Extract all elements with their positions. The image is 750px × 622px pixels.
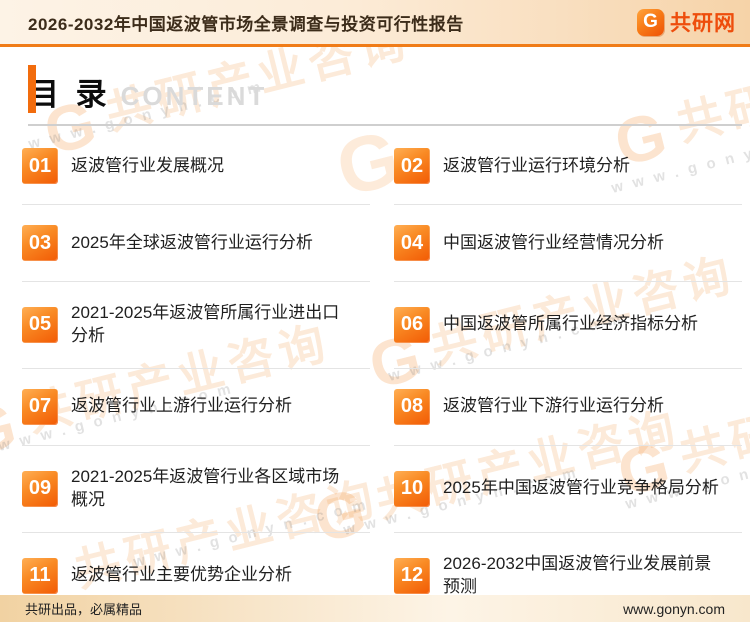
toc-item-number: 02 <box>394 148 430 184</box>
toc-item-01[interactable]: 01 返波管行业发展概况 <box>22 128 370 205</box>
toc-item-label: 2025年中国返波管行业竞争格局分析 <box>443 477 719 500</box>
toc-item-number: 12 <box>394 558 430 594</box>
toc-item-10[interactable]: 10 2025年中国返波管行业竞争格局分析 <box>394 446 742 533</box>
toc-item-label: 返波管行业上游行业运行分析 <box>71 395 292 418</box>
toc-item-label: 中国返波管行业经营情况分析 <box>443 232 664 255</box>
toc-item-label: 返波管行业下游行业运行分析 <box>443 395 664 418</box>
toc-item-label: 返波管行业运行环境分析 <box>443 155 630 178</box>
toc-item-06[interactable]: 06 中国返波管所属行业经济指标分析 <box>394 282 742 369</box>
report-title: 2026-2032年中国返波管市场全景调查与投资可行性报告 <box>28 10 464 35</box>
footer-slogan: 共研出品，必属精品 <box>25 599 142 618</box>
toc-header: 目 录 CONTENT <box>28 69 742 126</box>
toc-item-07[interactable]: 07 返波管行业上游行业运行分析 <box>22 369 370 446</box>
toc-item-number: 01 <box>22 148 58 184</box>
toc-item-number: 11 <box>22 558 58 594</box>
toc-item-08[interactable]: 08 返波管行业下游行业运行分析 <box>394 369 742 446</box>
toc-item-label: 2026-2032中国返波管行业发展前景预测 <box>443 553 719 599</box>
toc-item-number: 08 <box>394 389 430 425</box>
toc-grid: 01 返波管行业发展概况 02 返波管行业运行环境分析 03 2025年全球返波… <box>22 128 742 620</box>
toc-heading-english: CONTENT <box>121 81 268 112</box>
accent-bar <box>28 65 36 113</box>
report-toc-page: 2026-2032年中国返波管市场全景调查与投资可行性报告 G 共研网 G共研产… <box>0 0 750 622</box>
toc-item-09[interactable]: 09 2021-2025年返波管行业各区域市场概况 <box>22 446 370 533</box>
toc-item-number: 06 <box>394 307 430 343</box>
toc-item-05[interactable]: 05 2021-2025年返波管所属行业进出口分析 <box>22 282 370 369</box>
toc-item-number: 07 <box>22 389 58 425</box>
brand-logo-text: 共研网 <box>670 7 736 37</box>
header: 2026-2032年中国返波管市场全景调查与投资可行性报告 G 共研网 <box>0 0 750 47</box>
toc-item-03[interactable]: 03 2025年全球返波管行业运行分析 <box>22 205 370 282</box>
toc-item-04[interactable]: 04 中国返波管行业经营情况分析 <box>394 205 742 282</box>
brand-logo[interactable]: G 共研网 <box>637 7 736 37</box>
toc-item-number: 04 <box>394 225 430 261</box>
toc-heading: 目 录 <box>28 69 111 114</box>
toc-item-number: 03 <box>22 225 58 261</box>
toc-item-number: 09 <box>22 471 58 507</box>
toc-item-label: 2021-2025年返波管所属行业进出口分析 <box>71 302 347 348</box>
toc-content: 目 录 CONTENT 01 返波管行业发展概况 02 返波管行业运行环境分析 … <box>0 69 750 620</box>
toc-item-number: 10 <box>394 471 430 507</box>
footer: 共研出品，必属精品 www.gonyn.com <box>0 595 750 622</box>
toc-item-label: 返波管行业主要优势企业分析 <box>71 564 292 587</box>
toc-item-number: 05 <box>22 307 58 343</box>
brand-g-icon: G <box>637 9 664 36</box>
toc-item-label: 返波管行业发展概况 <box>71 155 224 178</box>
footer-website-link[interactable]: www.gonyn.com <box>623 601 725 617</box>
toc-item-label: 中国返波管所属行业经济指标分析 <box>443 313 698 336</box>
toc-item-label: 2025年全球返波管行业运行分析 <box>71 232 313 255</box>
toc-item-label: 2021-2025年返波管行业各区域市场概况 <box>71 466 347 512</box>
toc-item-02[interactable]: 02 返波管行业运行环境分析 <box>394 128 742 205</box>
